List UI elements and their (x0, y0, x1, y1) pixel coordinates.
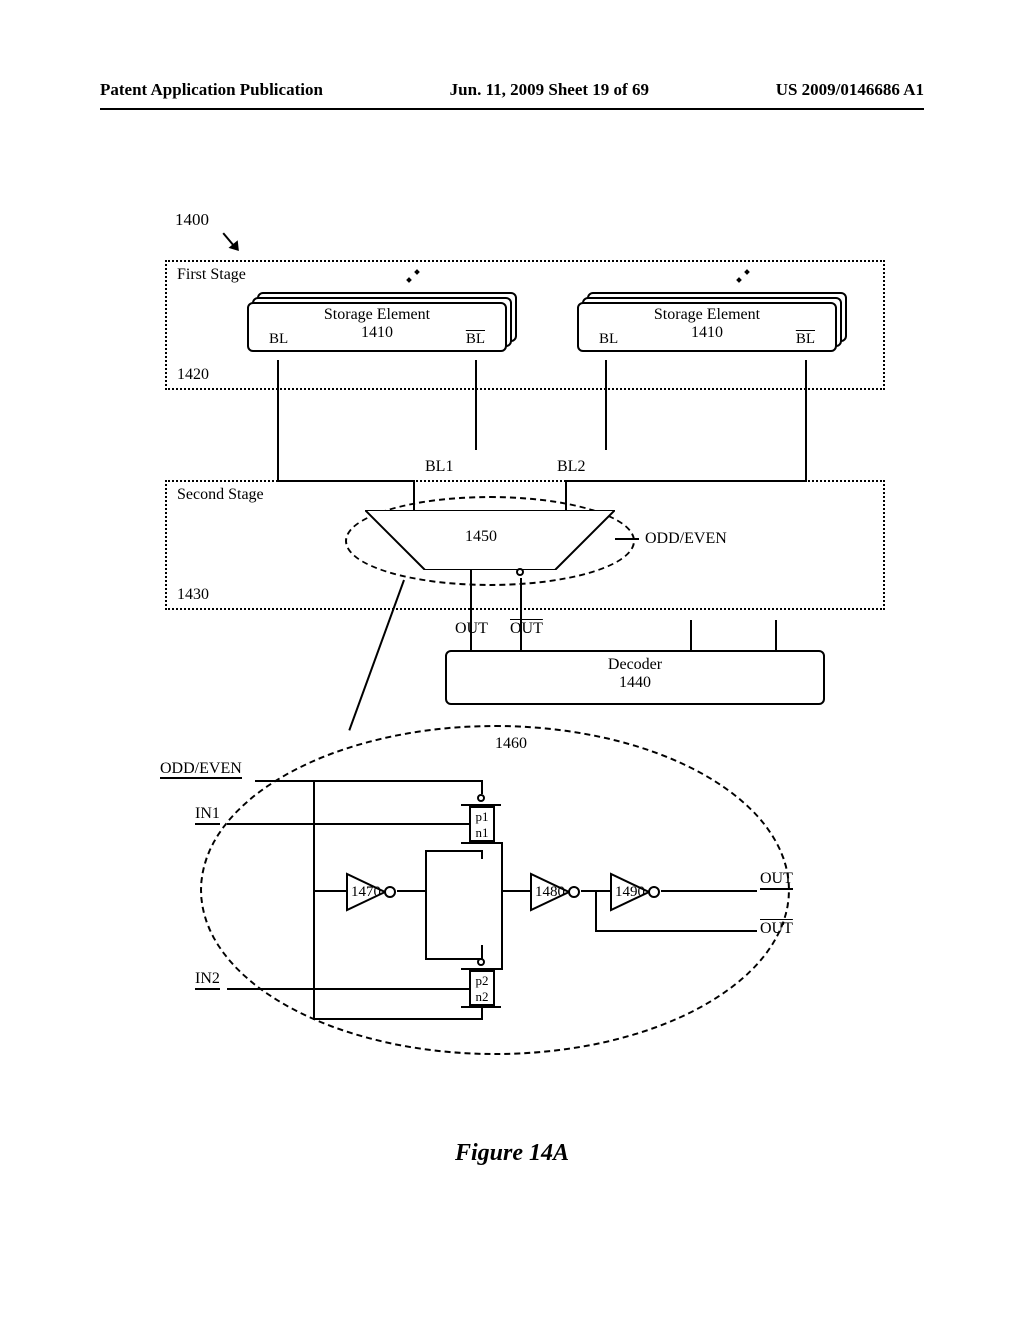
in1-label: IN1 (195, 805, 220, 825)
inverter-1480-ref: 1480 (535, 884, 565, 901)
circuit-diagram: 1400 First Stage 1420 Storage Element 14… (165, 200, 895, 1100)
wire (595, 890, 597, 932)
header-rule (100, 108, 924, 110)
bl-label: BL (599, 331, 618, 348)
storage-box: Storage Element 1410 BL BL (247, 302, 507, 352)
tick-icon (406, 277, 412, 283)
header-right: US 2009/0146686 A1 (776, 80, 924, 100)
inversion-bubble-icon (516, 568, 524, 576)
inverter-1490-ref: 1490 (615, 884, 645, 901)
tgate-2: p2 n2 (469, 970, 495, 1006)
storage-num: 1410 (361, 324, 393, 341)
header-center: Jun. 11, 2009 Sheet 19 of 69 (450, 80, 649, 100)
tick-icon (736, 277, 742, 283)
out-label: OUT (455, 620, 488, 638)
inversion-bubble-icon (477, 958, 485, 966)
out-final-label: OUT (760, 870, 793, 890)
first-stage-ref: 1420 (177, 366, 209, 384)
wire (313, 1018, 483, 1020)
second-stage-label: Second Stage (177, 486, 264, 504)
outbar-label: OUT (510, 620, 543, 638)
wire (425, 850, 427, 960)
blbar-label: BL (796, 331, 815, 348)
bl1-label: BL1 (425, 458, 453, 476)
header-left: Patent Application Publication (100, 80, 323, 100)
oddeven-input-label: ODD/EVEN (160, 760, 242, 778)
inverter-1470-ref: 1470 (351, 884, 381, 901)
inversion-bubble-icon (477, 794, 485, 802)
wire (595, 930, 757, 932)
tick-icon (744, 269, 750, 275)
p1-label: p1 (476, 809, 489, 824)
decoder-title: Decoder (608, 656, 662, 673)
tgate-bar (461, 842, 501, 844)
wire (481, 850, 483, 859)
wire (425, 958, 483, 960)
oddeven-label: ODD/EVEN (645, 530, 727, 548)
second-stage-ref: 1430 (177, 586, 209, 604)
blbar-label: BL (466, 331, 485, 348)
in2-label: IN2 (195, 970, 220, 990)
wire (227, 988, 469, 990)
wire (501, 842, 503, 970)
ref-1400: 1400 (175, 210, 209, 230)
figure-title: Figure 14A (0, 1140, 1024, 1167)
wire (227, 823, 469, 825)
bl2-label: BL2 (557, 458, 585, 476)
storage-box: Storage Element 1410 BL BL (577, 302, 837, 352)
wire (475, 360, 477, 450)
wire (313, 890, 347, 892)
wire (615, 538, 639, 540)
wire (775, 620, 777, 650)
p2-label: p2 (476, 973, 489, 988)
bl-label: BL (269, 331, 288, 348)
decoder-num: 1440 (619, 674, 651, 691)
wire (690, 620, 692, 650)
mux-ref: 1450 (465, 528, 497, 546)
outbar-final-label: OUT (760, 920, 793, 938)
wire (605, 360, 607, 450)
first-stage-label: First Stage (177, 266, 246, 284)
storage-num: 1410 (691, 324, 723, 341)
wire (520, 578, 522, 650)
wire (397, 890, 427, 892)
wire (501, 890, 531, 892)
wire (425, 850, 483, 852)
arrow-icon (220, 230, 240, 250)
wire (313, 780, 483, 782)
storage-group-2: Storage Element 1410 BL BL (577, 292, 847, 352)
tgate-1: p1 n1 (469, 806, 495, 842)
n1-label: n1 (476, 825, 489, 840)
wire (277, 360, 279, 480)
storage-title: Storage Element (654, 306, 760, 323)
wire (313, 780, 315, 1020)
storage-title: Storage Element (324, 306, 430, 323)
wire (481, 780, 483, 794)
wire (255, 780, 315, 782)
first-stage-box: First Stage 1420 Storage Element 1410 BL… (165, 260, 885, 390)
decoder-box: Decoder 1440 (445, 650, 825, 705)
n2-label: n2 (476, 989, 489, 1004)
storage-group-1: Storage Element 1410 BL BL (247, 292, 517, 352)
wire (470, 570, 472, 650)
wire (661, 890, 757, 892)
tgate-bar (461, 1006, 501, 1008)
detail-ref: 1460 (495, 735, 527, 753)
wire (805, 360, 807, 480)
tick-icon (414, 269, 420, 275)
